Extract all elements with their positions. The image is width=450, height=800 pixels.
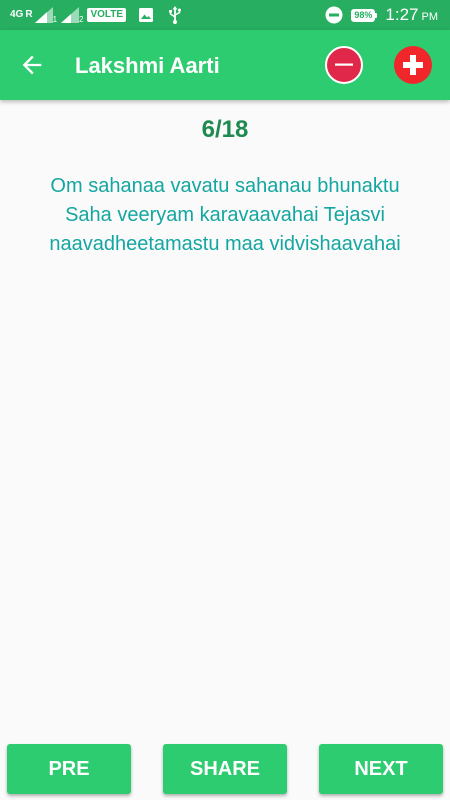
- decrease-font-button[interactable]: [325, 46, 363, 84]
- back-button[interactable]: [18, 51, 46, 79]
- battery-level: 98%: [351, 8, 376, 22]
- sim2-number: 2: [79, 15, 84, 24]
- increase-font-button[interactable]: [394, 46, 432, 84]
- arrow-left-icon: [22, 55, 42, 75]
- sim1-number: 1: [52, 15, 58, 24]
- dnd-icon: [325, 6, 343, 24]
- volte-badge: VOLTE: [87, 8, 127, 22]
- clock: 1:27 PM: [385, 5, 438, 25]
- status-left: 4G R 1 2 VOLTE: [10, 6, 182, 24]
- verse-line: Om sahanaa vavatu sahanau bhunaktu: [50, 175, 400, 197]
- previous-button[interactable]: PRE: [7, 744, 131, 794]
- verse-counter: 6/18: [201, 116, 249, 143]
- status-right: 98% 1:27 PM: [325, 5, 438, 25]
- next-button[interactable]: NEXT: [319, 744, 443, 794]
- network-type: 4G: [10, 9, 24, 20]
- usb-icon: [169, 6, 182, 24]
- page-title: Lakshmi Aarti: [75, 53, 220, 78]
- plus-circle-icon: [403, 55, 423, 75]
- signal-icon: [61, 7, 80, 23]
- app-bar: Lakshmi Aarti: [0, 30, 450, 100]
- battery-icon: 98%: [351, 8, 378, 22]
- share-button[interactable]: SHARE: [163, 744, 287, 794]
- verse-text: Om sahanaa vavatu sahanau bhunaktu Saha …: [0, 172, 450, 259]
- verse-line: naavadheetamastu maa vidvishaavahai: [49, 233, 401, 255]
- clock-ampm: PM: [421, 11, 439, 23]
- sim1-label: R: [25, 9, 33, 20]
- verse-line: Saha veeryam karavaavahai Tejasvi: [65, 204, 385, 226]
- minus-circle-icon: [335, 63, 353, 66]
- status-bar: 4G R 1 2 VOLTE 98% 1:27 PM: [0, 0, 450, 30]
- clock-time: 1:27: [385, 5, 419, 24]
- image-icon: [139, 8, 154, 22]
- signal-icon: [34, 7, 53, 23]
